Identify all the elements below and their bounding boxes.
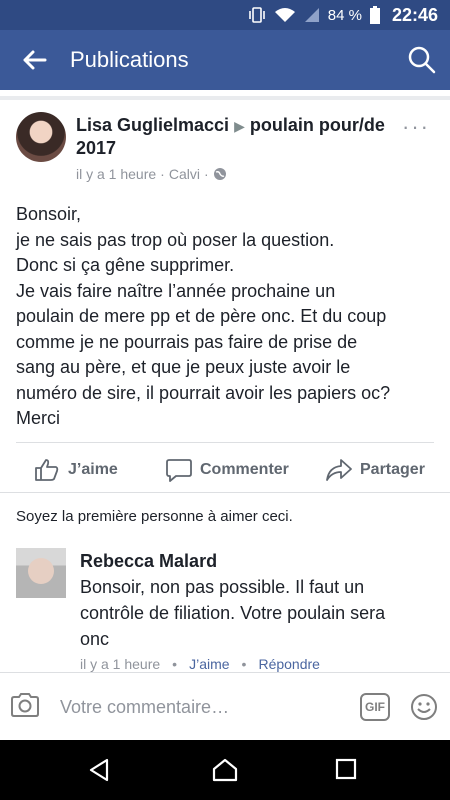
author-name[interactable]: Lisa Guglielmacci [76,115,229,135]
emoji-button[interactable] [410,693,438,726]
clock: 22:46 [391,4,438,25]
thumbs-up-icon [35,459,59,481]
post-line: comme je ne pourrais pas faire de prise … [16,331,358,352]
back-button[interactable] [0,30,70,90]
post-line: Merci [16,408,60,428]
share-button[interactable]: Partager [326,458,425,482]
page-title: Publications [70,47,189,72]
post-location[interactable]: Calvi [169,166,200,182]
comment-line: Bonsoir, non pas possible. Il faut un [80,577,365,597]
likes-summary: Soyez la première personne à aimer ceci. [16,508,293,525]
divider [0,492,450,493]
signal-icon [304,7,320,23]
dot-separator: · [160,166,165,182]
post-line: Donc si ça gêne supprimer. [16,255,235,275]
nav-recents-button[interactable] [335,758,357,785]
share-label: Partager [360,461,425,478]
post-header: Lisa Guglielmacci ▶ poulain pour/de 2017 [76,114,386,159]
search-button[interactable] [394,30,450,90]
post-actions: J’aime Commenter Partager [0,448,450,492]
camera-icon [11,693,39,717]
post-text: Bonsoir, je ne sais pas trop où poser la… [16,202,436,432]
app-bar: Publications [0,30,450,90]
like-button[interactable]: J’aime [34,458,118,482]
gif-button[interactable]: GIF [360,693,390,721]
comment-time: il y a 1 heure [80,656,161,672]
nav-back-button[interactable] [87,758,111,787]
play-arrow-icon: ▶ [234,118,245,134]
post-line: poulain de mere pp et de père onc. Et du… [16,306,387,326]
more-options-button[interactable]: ··· [402,114,430,140]
comment-line: contrôle de filiation. Votre poulain ser… [80,603,386,623]
comment-like-link[interactable]: J’aime [189,656,229,672]
home-icon [212,758,238,782]
post-line: numéro de sire, il pourrait avoir les pa… [16,382,391,403]
comment-text: Bonsoir, non pas possible. Il faut un co… [80,574,440,652]
dot-separator: • [241,656,247,672]
camera-button[interactable] [10,691,40,724]
post-meta: il y a 1 heure · Calvi · [76,166,227,182]
divider [16,442,434,443]
comment-meta: il y a 1 heure • J’aime • Répondre [80,656,320,672]
separator [0,96,450,100]
battery-icon [369,6,380,24]
share-icon [326,459,352,481]
like-label: J’aime [68,461,118,478]
post-line: sang au père, et que je peux juste avoir… [16,357,351,377]
commenter-avatar[interactable] [16,548,66,598]
comment-label: Commenter [200,461,289,478]
back-triangle-icon [89,758,109,782]
nav-home-button[interactable] [212,758,238,787]
comment-button[interactable]: Commenter [166,458,289,482]
comment-input[interactable]: Votre commentaire… [60,697,229,718]
comment-icon [166,459,192,482]
dot-separator: • [172,656,178,672]
post-time[interactable]: il y a 1 heure [76,166,156,182]
dot-separator: · [203,166,209,182]
commenter-name[interactable]: Rebecca Malard [80,551,217,572]
comment-composer: Votre commentaire… GIF [0,672,450,740]
back-arrow-icon [23,50,47,70]
post-line: je ne sais pas trop où poser la question… [16,229,335,250]
post-line: Je vais faire naître l’année prochaine u… [16,280,336,301]
battery-level: 84 % [327,6,362,24]
globe-icon [213,168,226,180]
status-bar: 84 % 22:46 [0,0,450,30]
comment-line: onc [80,629,110,649]
search-icon [408,46,436,74]
author-avatar[interactable] [16,112,66,162]
vibrate-icon [248,7,266,23]
square-icon [335,758,357,780]
wifi-icon [274,7,296,23]
comment-reply-link[interactable]: Répondre [258,656,320,672]
android-nav-bar [0,740,450,800]
post-line: Bonsoir, [16,204,82,224]
smiley-icon [411,694,437,720]
